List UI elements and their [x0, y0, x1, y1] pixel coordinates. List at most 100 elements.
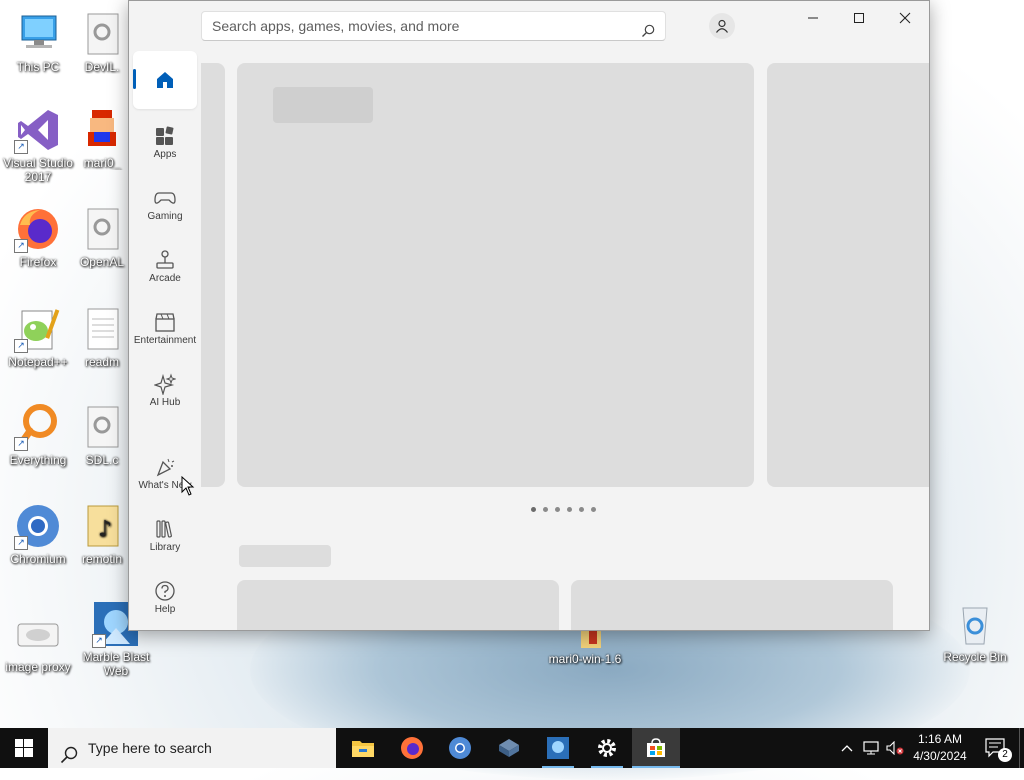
- desktop-icon-openal[interactable]: OpenAL: [76, 205, 128, 269]
- network-status[interactable]: [860, 728, 882, 768]
- carousel-dot[interactable]: [567, 507, 572, 512]
- desktop-icon-remoting[interactable]: ♪ remotin: [76, 502, 128, 566]
- carousel-dot[interactable]: [555, 507, 560, 512]
- desktop-icon-label: Notepad++: [8, 355, 68, 369]
- taskbar-virtualbox[interactable]: [485, 728, 533, 768]
- carousel-dot[interactable]: [543, 507, 548, 512]
- folder-icon: [352, 741, 374, 757]
- nav-library[interactable]: Library: [133, 510, 197, 568]
- maximize-button[interactable]: [836, 5, 882, 31]
- desktop-icon-label: Visual Studio 2017: [3, 156, 73, 184]
- library-icon: [133, 516, 197, 542]
- desktop-icon-notepad-plus-plus[interactable]: ↗ Notepad++: [0, 305, 76, 369]
- shortcut-arrow-icon: ↗: [14, 239, 28, 253]
- desktop-icon-label: OpenAL: [79, 255, 125, 269]
- desktop-icon-mari0[interactable]: mari0_: [76, 106, 128, 170]
- desktop-icon-label: Everything: [9, 453, 67, 467]
- desktop-icon-label: SDL.c: [85, 453, 119, 467]
- nav-help[interactable]: Help: [133, 572, 197, 630]
- image-proxy-icon: [14, 610, 62, 658]
- section-title-placeholder: [239, 545, 331, 567]
- notepad-plus-plus-icon: ↗: [14, 305, 62, 353]
- nav-arcade-label: Arcade: [149, 273, 181, 284]
- search-icon: [60, 739, 78, 779]
- taskbar-microsoft-store[interactable]: [632, 728, 680, 768]
- search-icon[interactable]: [641, 19, 655, 47]
- desktop-icon-sdl[interactable]: SDL.c: [76, 403, 128, 467]
- carousel-hero-card[interactable]: [237, 63, 754, 487]
- notification-count-badge: 2: [998, 748, 1012, 762]
- nav-home[interactable]: [133, 51, 197, 109]
- nav-arcade[interactable]: Arcade: [133, 241, 197, 299]
- desktop-icon-chromium[interactable]: ↗ Chromium: [0, 502, 76, 566]
- taskbar-chromium[interactable]: [436, 728, 484, 768]
- maximize-icon: [854, 13, 864, 23]
- carousel-dot[interactable]: [531, 507, 536, 512]
- apps-icon: [133, 123, 197, 149]
- taskbar-firefox[interactable]: [388, 728, 436, 768]
- virtualbox-icon: [499, 739, 519, 757]
- nav-entertainment[interactable]: Entertainment: [133, 303, 197, 361]
- nav-library-label: Library: [149, 542, 181, 553]
- nav-ai-hub-label: AI Hub: [149, 397, 181, 408]
- tile-placeholder[interactable]: [571, 580, 893, 630]
- close-button[interactable]: [882, 5, 928, 31]
- magnifier-icon: ↗: [14, 403, 62, 451]
- desktop-icon-label: Recycle Bin: [943, 650, 1007, 664]
- mario-icon: [78, 106, 126, 154]
- tile-placeholder[interactable]: [237, 580, 559, 630]
- desktop-icon-label: mari0_: [83, 156, 121, 170]
- taskbar-settings[interactable]: [583, 728, 631, 768]
- carousel-dot[interactable]: [591, 507, 596, 512]
- volume-status[interactable]: [884, 728, 906, 768]
- action-center-button[interactable]: 2: [980, 728, 1012, 768]
- nav-ai-hub[interactable]: AI Hub: [133, 365, 197, 423]
- shortcut-arrow-icon: ↗: [14, 339, 28, 353]
- nav-gaming-label: Gaming: [147, 211, 183, 222]
- store-bag-icon: [647, 738, 665, 757]
- show-hidden-icons-button[interactable]: [836, 728, 858, 768]
- taskbar-search-placeholder: Type here to search: [88, 740, 212, 756]
- shortcut-arrow-icon: ↗: [14, 140, 28, 154]
- store-search-input[interactable]: Search apps, games, movies, and more: [201, 11, 666, 41]
- file-gear-icon: [78, 10, 126, 58]
- taskbar-clock[interactable]: 1:16 AM 4/30/2024: [905, 731, 975, 765]
- account-avatar-button[interactable]: [709, 13, 735, 39]
- store-home-content: [201, 63, 929, 630]
- chromium-icon: ↗: [14, 502, 62, 550]
- desktop-icon-visual-studio[interactable]: ↗ Visual Studio 2017: [0, 106, 76, 184]
- desktop-icon-everything[interactable]: ↗ Everything: [0, 403, 76, 467]
- desktop-icon-readme[interactable]: readm: [76, 305, 128, 369]
- person-icon: [716, 19, 728, 33]
- desktop-icon-image-proxy[interactable]: image proxy: [0, 610, 76, 674]
- nav-apps-label: Apps: [153, 149, 177, 160]
- taskbar-file-explorer[interactable]: [339, 728, 387, 768]
- desktop-icon-label: readm: [84, 355, 119, 369]
- store-search-placeholder: Search apps, games, movies, and more: [212, 18, 460, 34]
- help-icon: [133, 578, 197, 604]
- minimize-button[interactable]: [790, 5, 836, 31]
- nav-apps[interactable]: Apps: [133, 117, 197, 175]
- joystick-icon: [133, 247, 197, 273]
- desktop-icon-label: Chromium: [10, 552, 66, 566]
- start-button[interactable]: [0, 728, 48, 768]
- desktop-icon-label: Marble Blast Web: [82, 650, 150, 678]
- carousel-prev-card[interactable]: [201, 63, 225, 487]
- desktop-icon-this-pc[interactable]: This PC: [0, 10, 76, 74]
- carousel-dot[interactable]: [579, 507, 584, 512]
- desktop-icon-firefox[interactable]: ↗ Firefox: [0, 205, 76, 269]
- shortcut-arrow-icon: ↗: [14, 437, 28, 451]
- desktop-icon-recycle-bin[interactable]: Recycle Bin: [937, 600, 1013, 664]
- show-desktop-button[interactable]: [1019, 728, 1024, 768]
- taskbar-marble-blast[interactable]: [534, 728, 582, 768]
- svg-text:♪: ♪: [98, 517, 112, 542]
- computer-icon: [14, 10, 62, 58]
- desktop-icon-devil[interactable]: DevIL.: [76, 10, 128, 74]
- network-icon: [863, 741, 879, 755]
- taskbar-search-box[interactable]: Type here to search: [48, 728, 336, 768]
- desktop-icon-label: mari0-win-1.6: [548, 652, 622, 666]
- carousel-pager: [531, 507, 596, 512]
- carousel-next-card[interactable]: [767, 63, 929, 487]
- nav-gaming[interactable]: Gaming: [133, 179, 197, 237]
- volume-muted-icon: [886, 741, 904, 755]
